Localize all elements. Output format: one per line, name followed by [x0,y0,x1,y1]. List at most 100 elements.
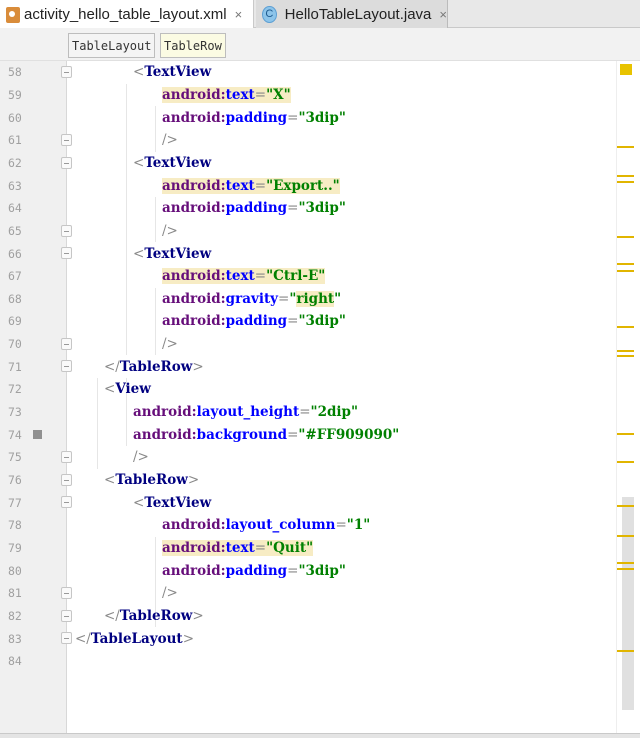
code-token-punct: = [287,313,299,330]
line-number: 58 [8,65,22,80]
indent-guide [97,378,98,469]
code-token-punct: /> [162,132,178,149]
highlight-marker[interactable] [617,562,634,564]
code-line: < TextView [133,242,211,265]
code-token-punct: = [254,539,267,556]
code-token-tag: TextView [144,154,212,171]
highlight-marker[interactable] [617,181,634,183]
highlight-marker[interactable] [617,535,634,537]
code-line: /> [133,446,149,469]
code-line: android: layout_column = "1" [162,514,370,537]
code-token-attr: padding [225,109,288,126]
code-line: android: text = "Ctrl-E" [162,265,326,288]
highlight-marker[interactable] [617,350,634,352]
highlight-marker[interactable] [617,433,634,435]
line-number: 83 [8,631,22,646]
code-token-ns: android: [133,426,197,443]
code-token-punct: = [278,290,290,307]
code-token-tag: TextView [144,64,212,81]
highlight-marker[interactable] [617,270,634,272]
code-token-tag: TableRow [115,472,188,488]
code-line: android: text = "X" [162,84,291,107]
code-token-attr: padding [225,313,288,330]
code-line: android: layout_height = "2dip" [133,401,358,424]
code-line: /> [162,220,178,243]
line-number: 74 [8,427,22,442]
highlight-marker[interactable] [617,505,634,507]
line-number: 72 [8,382,22,397]
line-number: 59 [8,87,22,102]
highlight-marker[interactable] [617,326,634,328]
code-token-punct: </ [75,630,91,647]
tab-activity-hello-table-layout-xml[interactable]: activity_hello_table_layout.xml × [0,0,254,29]
warning-status-icon[interactable] [620,64,632,75]
code-token-tag: TextView [144,245,212,262]
code-line: /> [162,333,178,356]
highlight-marker[interactable] [617,461,634,463]
code-token-tag: View [115,381,151,398]
close-tab-icon[interactable]: × [235,7,243,22]
highlight-marker[interactable] [617,650,634,652]
scrollbar-thumb[interactable] [622,497,634,710]
code-token-ns: android: [162,177,226,194]
line-number: 84 [8,654,22,669]
code-line: < TextView [133,152,211,175]
indent-guide [126,83,127,356]
breadcrumb-tablelayout[interactable]: TableLayout [68,33,156,58]
code-token-punct: = [254,177,267,194]
horizontal-scrollbar[interactable] [0,733,640,738]
highlight-marker[interactable] [617,355,634,357]
code-token-ns: android: [162,313,226,330]
code-token-punct: </ [104,358,120,375]
line-number-gutter: 58 59 60 61 62 63 64 65 66 67 68 69 70 71 72 73 74 75 76 77… [0,61,72,733]
code-line: < View [104,378,151,401]
editor-tab-bar: activity_hello_table_layout.xml × C Hell… [0,0,640,29]
line-number: 73 [8,405,22,420]
close-tab-icon[interactable]: × [439,7,447,22]
highlight-marker[interactable] [617,175,634,177]
line-number: 75 [8,450,22,465]
breadcrumb-tablerow[interactable]: TableRow [160,33,226,58]
code-token-ns: android: [162,268,226,285]
code-line: android: text = "Export.." [162,174,340,197]
code-token-punct: = [287,426,299,443]
highlight-marker[interactable] [617,568,634,570]
color-swatch-icon[interactable] [33,430,42,440]
highlight-marker[interactable] [617,263,634,265]
line-number: 66 [8,246,22,261]
code-line: </TableRow > [104,355,204,378]
line-number: 65 [8,223,22,238]
code-token-ns: android: [162,86,226,103]
code-token-tag: TableRow [119,358,193,375]
code-token-punct: /> [133,449,149,466]
code-token-punct: </ [104,607,120,624]
code-line: android: background = "#FF909090" [133,423,399,446]
code-token-val: "3dip" [298,313,346,330]
tab-hello-table-layout-java[interactable]: C HelloTableLayout.java × [256,0,448,28]
line-number: 62 [8,155,22,170]
code-token-attr: text [225,539,255,556]
code-token-punct: < [104,472,116,488]
code-token-val: "3dip" [298,200,346,217]
code-token-attr: gravity [225,290,279,307]
code-token-val: "3dip" [298,109,346,126]
code-line: < TableRow > [104,469,199,492]
highlight-marker[interactable] [617,146,634,148]
line-number: 64 [8,201,22,216]
code-line: </TableRow > [104,605,204,628]
highlight-marker[interactable] [617,236,634,238]
tab-label: activity_hello_table_layout.xml [24,6,227,23]
indent-guide [155,196,156,243]
line-number: 77 [8,495,22,510]
code-token-attr: text [225,86,255,103]
code-editor[interactable]: < TextView android: text = "X" android: padding… [68,61,616,733]
java-class-icon: C [262,5,277,23]
code-token-val: " [334,290,342,307]
code-line: android: padding = "3dip" [162,106,346,129]
code-line: < TextView [133,61,211,84]
code-token-attr: padding [225,200,288,217]
code-token-punct: = [254,268,267,285]
code-token-punct: < [133,64,145,81]
code-token-ns: android: [162,290,226,307]
code-token-punct: > [192,607,204,624]
